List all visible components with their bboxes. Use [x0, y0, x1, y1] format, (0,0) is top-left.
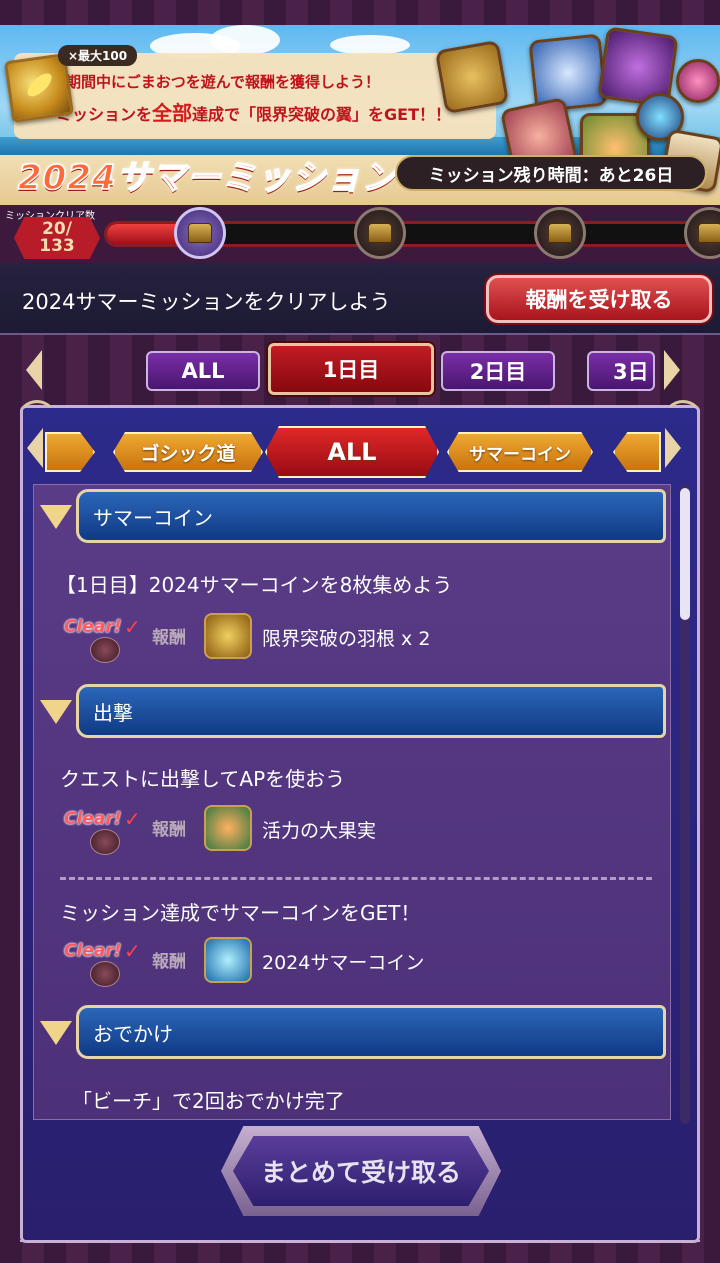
mission-reward: Clear! ✓ 報酬 限界突破の羽根 x 2	[64, 611, 664, 663]
tab-day-all[interactable]: ALL	[146, 351, 260, 391]
mission-list[interactable]: サマーコイン 【1日目】2024サマーコインを8枚集めよう Clear! ✓ 報…	[33, 484, 671, 1120]
max-badge: ×最大100	[58, 45, 138, 66]
collapse-triangle-icon	[40, 1021, 72, 1045]
reward-label: 報酬	[152, 952, 186, 972]
event-info-line1: 期間中にごまおつを遊んで報酬を獲得しよう！	[66, 73, 380, 91]
event-title: 2024サマーミッション	[17, 157, 397, 199]
chest-icon	[188, 223, 212, 243]
section-title: おでかけ	[76, 1005, 666, 1059]
clear-count-badge: 20/ 133	[14, 217, 100, 259]
clear-label: Clear!	[64, 809, 122, 829]
cloud-decoration	[210, 25, 280, 55]
chest-icon	[368, 223, 392, 243]
section-header[interactable]: おでかけ	[34, 1003, 670, 1061]
clear-label: Clear!	[64, 941, 122, 961]
reward-label: 報酬	[152, 820, 186, 840]
mission-reward: Clear! ✓ 報酬 活力の大果実	[64, 803, 664, 855]
tab-day-1[interactable]: 1日目	[268, 343, 434, 395]
checkmark-icon: ✓	[124, 939, 141, 963]
summer-coin-icon	[204, 937, 252, 983]
bulk-receive-button[interactable]: まとめて受け取る	[221, 1126, 501, 1216]
receive-rewards-button[interactable]: 報酬を受け取る	[486, 275, 712, 323]
panel-bottom-trim	[20, 1240, 700, 1250]
mission-prompt: 2024サマーミッションをクリアしよう	[22, 290, 391, 314]
info-text: 達成で「限界突破の翼」をGET！！	[192, 105, 451, 124]
mission-title: 「ビーチ」で2回おでかけ完了	[72, 1089, 345, 1113]
clear-label: Clear!	[64, 617, 122, 637]
gem-item-icon	[676, 59, 720, 103]
chevron-left-icon[interactable]	[27, 428, 43, 468]
fruit-reward-icon	[204, 805, 252, 851]
section-title: 出撃	[76, 684, 666, 738]
reward-name: 2024サマーコイン	[262, 952, 425, 974]
mission-reward: Clear! ✓ 報酬 2024サマーコイン	[64, 935, 664, 987]
tab-category-all[interactable]: ALL	[265, 426, 439, 478]
event-banner: 期間中にごまおつを遊んで報酬を獲得しよう！ ミッションを全部達成で「限界突破の翼…	[0, 25, 720, 205]
event-info-line2: ミッションを全部達成で「限界突破の翼」をGET！！	[56, 97, 451, 126]
tab-category-prev[interactable]	[45, 432, 95, 472]
info-highlight: 全部	[152, 101, 193, 125]
section-header[interactable]: 出撃	[34, 682, 670, 740]
reward-label: 報酬	[152, 628, 186, 648]
chevron-left-icon[interactable]	[26, 350, 42, 390]
chest-icon	[548, 223, 572, 243]
scrollbar[interactable]	[680, 484, 690, 1124]
reward-chest-icon[interactable]	[174, 207, 226, 259]
chevron-right-icon[interactable]	[664, 350, 680, 390]
reward-chest-icon[interactable]	[684, 207, 720, 259]
time-remaining: ミッション残り時間：あと26日	[395, 155, 707, 191]
bulk-receive-label: まとめて受け取る	[233, 1136, 489, 1206]
reward-name: 活力の大果実	[262, 820, 377, 842]
mission-header: 2024サマーミッションをクリアしよう 報酬を受け取る	[0, 263, 720, 335]
checkmark-icon: ✓	[124, 807, 141, 831]
reward-chest-icon[interactable]	[534, 207, 586, 259]
rose-icon	[90, 829, 120, 855]
mission-panel: ゴシック道 ALL サマーコイン サマーコイン 【1日目】2024サマーコインを…	[17, 400, 703, 1243]
checkmark-icon: ✓	[124, 615, 141, 639]
feather-reward-icon	[204, 613, 252, 659]
wing-item-icon	[434, 39, 510, 115]
collapse-triangle-icon	[40, 505, 72, 529]
rose-icon	[90, 961, 120, 987]
tab-day-3[interactable]: 3日	[587, 351, 655, 391]
day-tabs: ALL 1日目 2日目 3日	[0, 335, 720, 405]
reward-name: 限界突破の羽根 x 2	[262, 628, 431, 650]
mission-progress: ミッションクリア数 20/ 133	[0, 205, 720, 263]
rose-icon	[90, 637, 120, 663]
chevron-right-icon[interactable]	[665, 428, 681, 468]
mission-title: ミッション達成でサマーコインをGET！	[60, 901, 421, 925]
chest-icon	[698, 223, 720, 243]
tab-category-next[interactable]	[613, 432, 661, 472]
tab-category-gothic[interactable]: ゴシック道	[113, 432, 263, 472]
section-title: サマーコイン	[76, 489, 666, 543]
collapse-triangle-icon	[40, 700, 72, 724]
cloud-decoration	[330, 35, 410, 55]
clear-stamp: Clear! ✓	[64, 939, 144, 987]
mission-title: 【1日目】2024サマーコインを8枚集めよう	[56, 573, 453, 597]
mission-divider	[60, 877, 652, 880]
clear-stamp: Clear! ✓	[64, 615, 144, 663]
reward-chest-icon[interactable]	[354, 207, 406, 259]
potion-item-icon	[528, 33, 608, 113]
scroll-thumb[interactable]	[680, 488, 690, 620]
mission-title: クエストに出撃してAPを使おう	[60, 767, 346, 791]
tab-category-summer-coin[interactable]: サマーコイン	[447, 432, 593, 472]
clear-stamp: Clear! ✓	[64, 807, 144, 855]
total-count: 133	[39, 236, 75, 256]
category-tabs: ゴシック道 ALL サマーコイン	[23, 418, 697, 478]
section-header[interactable]: サマーコイン	[34, 487, 670, 545]
tab-day-2[interactable]: 2日目	[441, 351, 555, 391]
